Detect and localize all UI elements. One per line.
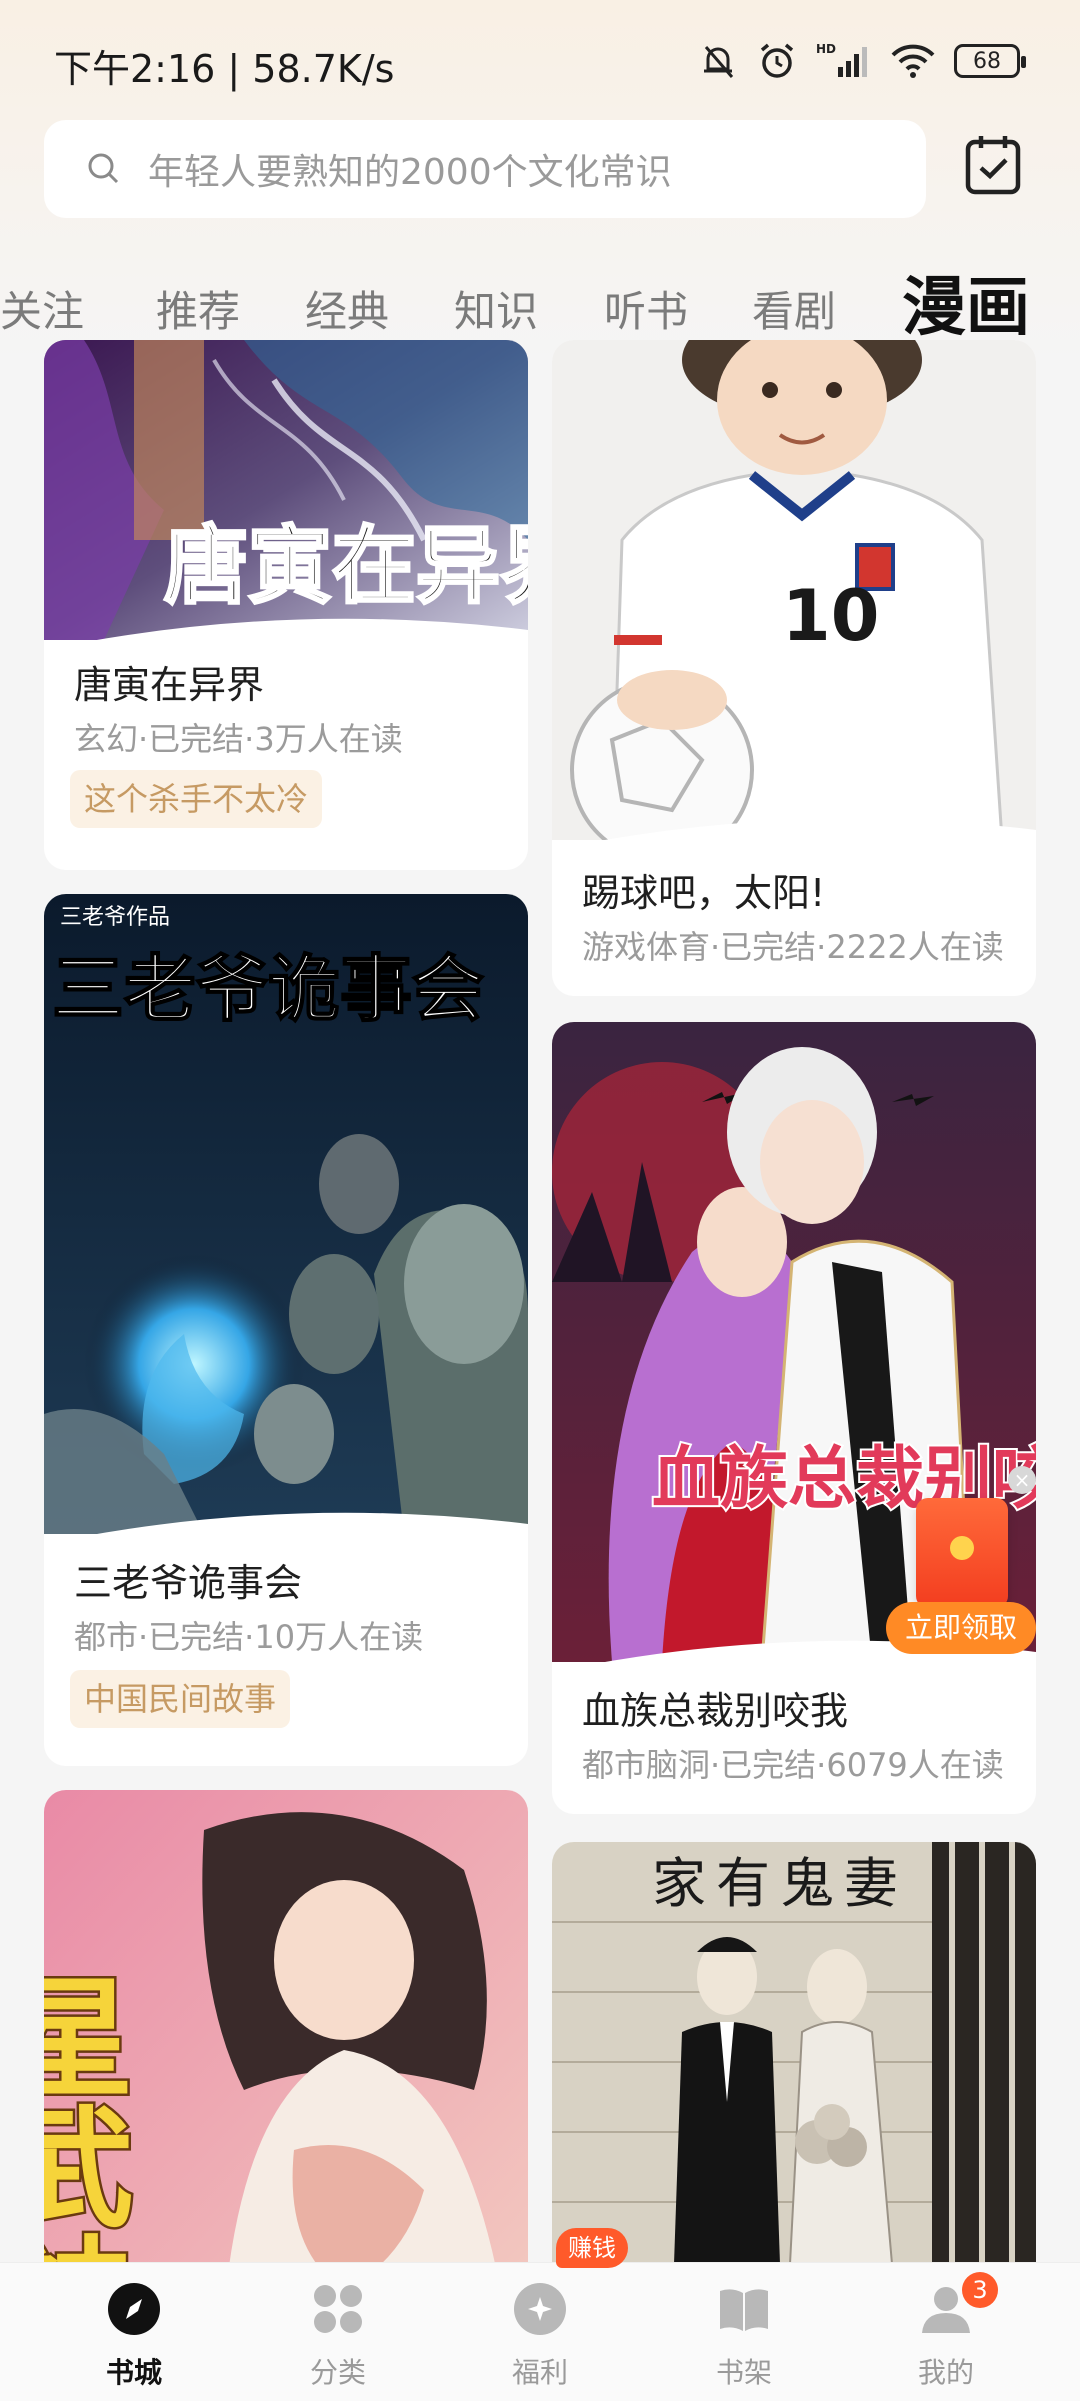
wifi-icon bbox=[891, 44, 935, 78]
book-meta: 都市脑洞·已完结·6079人在读 bbox=[582, 1746, 1004, 1784]
svg-text:10: 10 bbox=[782, 575, 879, 657]
cover-wave bbox=[552, 818, 1036, 850]
book-card[interactable]: 10 踢球吧，太阳! 游戏体育·已完结·2222人在读 bbox=[552, 340, 1036, 996]
nav-label: 分类 bbox=[309, 2356, 366, 2389]
svg-text:HD: HD bbox=[816, 42, 836, 56]
tab-follow[interactable]: 关注 bbox=[0, 278, 84, 339]
nav-label: 福利 bbox=[511, 2356, 568, 2389]
tab-knowledge[interactable]: 知识 bbox=[454, 278, 538, 339]
book-title: 踢球吧，太阳! bbox=[582, 871, 826, 915]
gift-icon bbox=[514, 2283, 566, 2335]
book-card[interactable]: 星武神诀 bbox=[44, 1790, 528, 2310]
search-placeholder: 年轻人要熟知的2000个文化常识 bbox=[148, 152, 672, 193]
nav-bookstore[interactable]: 书城 bbox=[34, 2263, 234, 2401]
book-cover: 星武神诀 bbox=[44, 1790, 528, 2310]
book-card[interactable]: 唐寅在异界 唐寅在异界 玄幻·已完结·3万人在读 这个杀手不太冷 bbox=[44, 340, 528, 870]
hd-signal-icon: HD bbox=[816, 42, 867, 77]
book-tag[interactable]: 中国民间故事 bbox=[70, 1670, 291, 1728]
battery-level: 68 bbox=[973, 48, 1001, 74]
tab-comics[interactable]: 漫画 bbox=[902, 256, 1030, 348]
nav-profile[interactable]: 我的 bbox=[846, 2263, 1046, 2401]
cover-title-art: 三老爷诡事会 bbox=[52, 946, 484, 1031]
battery-icon: 68 bbox=[954, 44, 1026, 78]
tab-recommend[interactable]: 推荐 bbox=[156, 278, 240, 339]
status-time: 下午2:16 | 58.7K/s bbox=[54, 47, 395, 91]
book-meta: 都市·已完结·10万人在读 bbox=[74, 1618, 424, 1656]
tab-drama[interactable]: 看剧 bbox=[752, 278, 836, 339]
nav-label: 我的 bbox=[917, 2356, 974, 2389]
category-tabs: 关注 推荐 经典 知识 听书 看剧 漫画 bbox=[0, 250, 1080, 350]
cover-wave bbox=[44, 618, 528, 650]
bottom-navigation: 书城 分类 福利 书架 我的 bbox=[0, 2262, 1080, 2401]
claim-button[interactable]: 立即领取 bbox=[886, 1602, 1036, 1654]
alarm-icon bbox=[760, 43, 794, 78]
grid-icon bbox=[314, 2285, 362, 2333]
book-title: 唐寅在异界 bbox=[74, 663, 265, 707]
red-envelope-promo[interactable]: × 立即领取 bbox=[886, 1466, 1036, 1658]
book-title: 三老爷诡事会 bbox=[74, 1561, 303, 1605]
close-icon[interactable]: × bbox=[1008, 1466, 1036, 1494]
nav-label: 书架 bbox=[715, 2356, 772, 2389]
book-title: 血族总裁别咬我 bbox=[582, 1689, 849, 1733]
status-icons: HD 68 bbox=[698, 36, 1026, 86]
calendar-check-icon[interactable] bbox=[964, 134, 1022, 196]
book-meta: 玄幻·已完结·3万人在读 bbox=[74, 720, 403, 758]
book-cover: 唐寅在异界 bbox=[44, 340, 528, 640]
cover-title-art: 家有鬼妻 bbox=[652, 1852, 908, 1915]
mute-bell-icon bbox=[704, 46, 734, 78]
book-meta: 游戏体育·已完结·2222人在读 bbox=[582, 928, 1004, 966]
book-icon bbox=[720, 2289, 768, 2331]
book-card[interactable]: 三老爷作品 三老爷诡事会 三老爷诡事会 都市·已完结·10万人在读 中国民间故事 bbox=[44, 894, 528, 1766]
book-cover: 三老爷作品 三老爷诡事会 bbox=[44, 894, 528, 1534]
book-cover: 10 bbox=[552, 340, 1036, 840]
tab-audiobook[interactable]: 听书 bbox=[604, 278, 688, 339]
red-envelope-icon bbox=[916, 1498, 1008, 1608]
nav-label: 书城 bbox=[105, 2356, 162, 2389]
cover-wave bbox=[44, 1512, 528, 1544]
nav-welfare[interactable]: 福利 bbox=[440, 2263, 640, 2401]
nav-bookshelf[interactable]: 书架 bbox=[644, 2263, 844, 2401]
compass-icon bbox=[108, 2283, 160, 2335]
cover-author-line: 三老爷作品 bbox=[60, 905, 170, 930]
notification-badge: 3 bbox=[962, 2272, 998, 2308]
status-bar: 下午2:16 | 58.7K/s HD 68 bbox=[0, 0, 1080, 120]
book-tag[interactable]: 这个杀手不太冷 bbox=[70, 770, 323, 828]
tab-classic[interactable]: 经典 bbox=[305, 278, 389, 339]
search-bar[interactable]: 年轻人要熟知的2000个文化常识 bbox=[44, 120, 926, 218]
cover-title-art: 唐寅在异界 bbox=[164, 516, 528, 615]
search-icon bbox=[88, 153, 119, 184]
book-card[interactable]: 血族总裁别咬我 血族总裁别咬我 都市脑洞·已完结·6079人在读 bbox=[552, 1022, 1036, 1814]
cover-title-art: 星武神诀 bbox=[44, 1970, 135, 2310]
earn-badge: 赚钱 bbox=[556, 2228, 628, 2268]
nav-category[interactable]: 分类 bbox=[238, 2263, 438, 2401]
